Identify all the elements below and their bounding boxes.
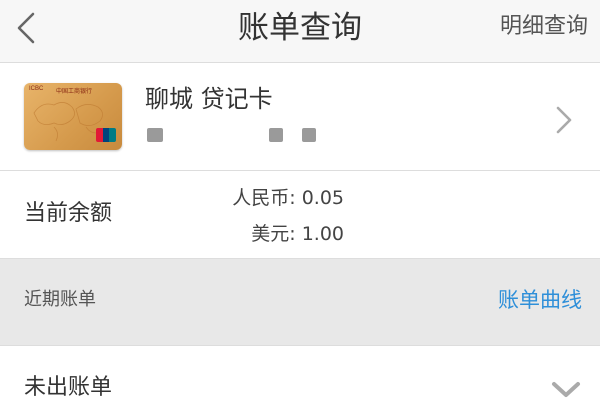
current-balance-row: 当前余额 人民币: 0.05 美元: 1.00 xyxy=(0,171,600,257)
masked-card-number xyxy=(147,128,163,142)
bank-name-on-card: 中国工商银行 xyxy=(56,88,93,95)
chevron-left-icon xyxy=(17,12,35,44)
chevron-down-icon xyxy=(552,382,580,397)
bill-query-screen: 账单查询 明细查询 ICBC 中国工商银行 聊城 贷记卡 当前余额 人民币: 0… xyxy=(0,0,600,400)
balance-usd: 美元: 1.00 xyxy=(251,223,344,245)
back-button[interactable] xyxy=(6,6,46,50)
bill-curve-link[interactable]: 账单曲线 xyxy=(498,286,582,314)
unbilled-row[interactable]: 未出账单 xyxy=(0,346,600,400)
detail-query-link[interactable]: 明细查询 xyxy=(500,12,588,42)
card-name: 聊城 贷记卡 xyxy=(145,85,273,113)
unbilled-label: 未出账单 xyxy=(24,375,113,400)
masked-card-number xyxy=(269,128,283,142)
page-title: 账单查询 xyxy=(238,10,362,46)
masked-card-number xyxy=(302,128,316,142)
chevron-right-icon xyxy=(556,106,572,134)
bank-logo-text: ICBC xyxy=(29,86,44,92)
balance-rmb: 人民币: 0.05 xyxy=(232,187,344,209)
navigation-bar: 账单查询 明细查询 xyxy=(0,0,600,63)
card-selector-row[interactable]: ICBC 中国工商银行 聊城 贷记卡 xyxy=(0,63,600,171)
unionpay-logo xyxy=(96,128,116,142)
recent-bills-header: 近期账单 账单曲线 xyxy=(0,258,600,346)
current-balance-label: 当前余额 xyxy=(24,201,113,226)
recent-bills-title: 近期账单 xyxy=(24,289,96,310)
bank-card-image: ICBC 中国工商银行 xyxy=(24,83,122,150)
